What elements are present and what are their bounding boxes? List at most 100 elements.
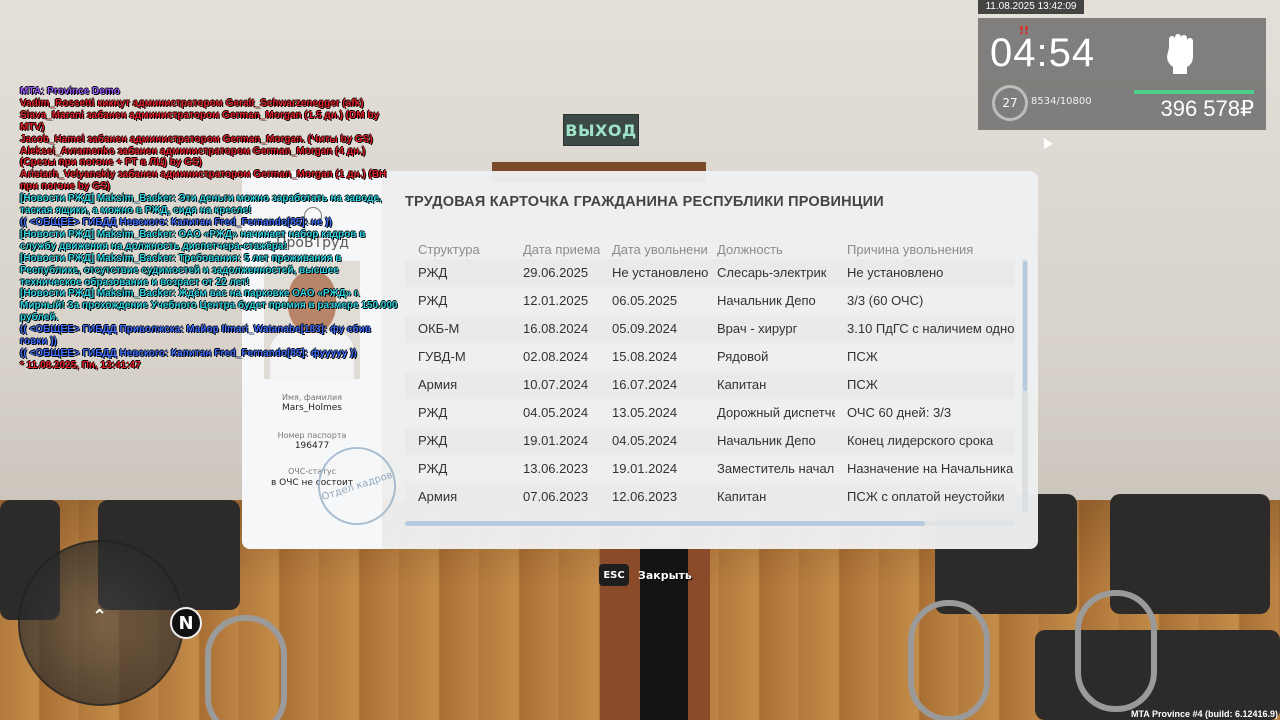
fist-icon xyxy=(1167,34,1193,74)
close-button-label[interactable]: Закрыть xyxy=(638,569,692,582)
chat-message: MTA: Province Demo xyxy=(20,86,120,97)
table-row: РЖД 04.05.2024 13.05.2024 Дорожный диспетче… xyxy=(405,399,1015,427)
chat-message: Aristarh_Velyanskiy забанен администрато… xyxy=(20,169,387,193)
chat-message: (( <ОБЩЕЕ> ГИБДД Невского: Капитан Fred_… xyxy=(20,216,332,228)
table-cell: РЖД xyxy=(418,461,448,476)
table-cell: ПСЖ xyxy=(847,377,878,392)
exit-sign: ВЫХОД xyxy=(563,114,639,146)
chat-message: (( <ОБЩЕЕ> ГИБДД Невского: Капитан Fred_… xyxy=(20,347,357,359)
table-row: ГУВД-М 02.08.2024 15.08.2024 Рядовой ПСЖ xyxy=(405,343,1015,371)
chat-message: Jacob_Hamel забанен администратором Germ… xyxy=(20,133,373,145)
chat-message: Aleksei_Avramenko забанен администраторо… xyxy=(20,145,366,169)
table-cell: 19.01.2024 xyxy=(612,461,678,476)
vertical-scroll-thumb[interactable] xyxy=(1023,261,1027,391)
table-cell: ГУВД-М xyxy=(418,349,466,364)
table-cell: РЖД xyxy=(418,265,448,280)
table-cell: ПСЖ с оплатой неустойки xyxy=(847,489,1005,504)
table-cell: 04.05.2024 xyxy=(523,405,589,420)
table-cell: Не установлено xyxy=(847,265,944,280)
chat-message: Slava_Marani забанен администратором Ger… xyxy=(20,109,380,133)
name-value: Mars_Holmes xyxy=(282,403,342,413)
column-header: Должность xyxy=(717,242,783,257)
table-cell: Начальник Депо xyxy=(717,433,816,448)
table-cell: Армия xyxy=(418,489,458,504)
money-bar xyxy=(1134,90,1254,94)
table-cell: РЖД xyxy=(418,293,448,308)
horizontal-scroll-thumb[interactable] xyxy=(405,521,925,526)
table-cell: Начальник Депо xyxy=(717,293,816,308)
table-cell: 12.01.2025 xyxy=(523,293,589,308)
table-row: Армия 10.07.2024 16.07.2024 Капитан ПСЖ xyxy=(405,371,1015,399)
table-cell: 3/3 (60 ОЧС) xyxy=(847,293,924,308)
money-balance: 396 578₽ xyxy=(1160,96,1254,121)
table-row: ОКБ-М 16.08.2024 05.09.2024 Врач - хирург 3.… xyxy=(405,315,1015,343)
name-label: Имя, фамилия xyxy=(281,393,343,402)
table-cell: РЖД xyxy=(418,433,448,448)
experience-counter: 8534/10800 xyxy=(1031,96,1092,107)
north-icon: N xyxy=(170,607,202,639)
game-clock: 04:54 xyxy=(990,31,1096,75)
table-row: Армия 07.06.2023 12.06.2023 Капитан ПСЖ с оп… xyxy=(405,483,1015,511)
table-cell: 13.06.2023 xyxy=(523,461,589,476)
chair-frame xyxy=(1075,590,1157,712)
chat-message: [Новости РЖД] Maksim_Backer: Требования:… xyxy=(20,252,342,288)
chat-message: * 11.08.2025, Пн, 13:41:47 xyxy=(20,359,141,371)
exit-sign-text: ВЫХОД xyxy=(565,120,637,140)
chat-message: [Новости РЖД] Maksim_Backer: Ждём вас на… xyxy=(20,288,398,324)
table-cell: Назначение на Начальника Д xyxy=(847,461,1015,476)
table-cell: 12.06.2023 xyxy=(612,489,678,504)
table-cell: 06.05.2025 xyxy=(612,293,678,308)
table-cell: 13.05.2024 xyxy=(612,405,678,420)
chair-frame xyxy=(908,600,990,720)
passport-label: Номер паспорта xyxy=(277,431,347,440)
table-cell: 07.06.2023 xyxy=(523,489,589,504)
table-cell: 19.01.2024 xyxy=(523,433,589,448)
table-cell: 16.08.2024 xyxy=(523,321,589,336)
table-cell: 10.07.2024 xyxy=(523,377,589,392)
server-datetime: 11.08.2025 13:42:09 xyxy=(978,0,1084,14)
chair xyxy=(1035,630,1280,720)
build-info: MTA Province #4 (build: 6.12416.9) xyxy=(1130,709,1278,719)
table-cell: 3.10 ПдГС с наличием одного xyxy=(847,321,1015,336)
table-cell: 29.06.2025 xyxy=(523,265,589,280)
esc-key-button[interactable]: ESC xyxy=(599,564,629,586)
table-cell: 04.05.2024 xyxy=(612,433,678,448)
chat-log: MTA: Province Demo Vadim_Rossetti кикнут … xyxy=(20,86,400,372)
table-cell: Капитан xyxy=(717,489,767,504)
table-cell: РЖД xyxy=(418,405,448,420)
table-cell: Не установлено xyxy=(612,265,709,280)
table-cell: 02.08.2024 xyxy=(523,349,589,364)
table-cell: Врач - хирург xyxy=(717,321,798,336)
table-cell: Дорожный диспетче xyxy=(717,405,835,420)
column-header: Дата увольнени xyxy=(612,242,708,257)
table-cell: Рядовой xyxy=(717,349,769,364)
table-cell: Конец лидерского срока xyxy=(847,433,994,448)
table-cell: Капитан xyxy=(717,377,767,392)
column-header: Причина увольнения xyxy=(847,242,974,257)
chat-message: Vadim_Rossetti кикнут администратором Ge… xyxy=(20,97,364,109)
table-header: Структура Дата приема Дата увольнени Дол… xyxy=(405,241,1015,259)
chat-message: (( <ОБЩЕЕ> ГИБДД Приволжска: Майор Ilmar… xyxy=(20,324,371,348)
table-cell: Армия xyxy=(418,377,458,392)
table-row: РЖД 12.01.2025 06.05.2025 Начальник Депо 3/3… xyxy=(405,287,1015,315)
table-cell: 05.09.2024 xyxy=(612,321,678,336)
card-title: ТРУДОВАЯ КАРТОЧКА ГРАЖДАНИНА РЕСПУБЛИКИ … xyxy=(405,194,884,210)
employment-table: Структура Дата приема Дата увольнени Дол… xyxy=(405,241,1015,517)
table-cell: ОЧС 60 дней: 3/3 xyxy=(847,405,952,420)
table-row: РЖД 29.06.2025 Не установлено Слесарь-элект… xyxy=(405,259,1015,287)
table-row: РЖД 19.01.2024 04.05.2024 Начальник Депо Кон… xyxy=(405,427,1015,455)
table-cell: Заместитель начальн xyxy=(717,461,835,476)
column-header: Дата приема xyxy=(523,242,601,257)
table-cell: Слесарь-электрик xyxy=(717,265,827,280)
table-cell: 15.08.2024 xyxy=(612,349,678,364)
table-cell: 16.07.2024 xyxy=(612,377,678,392)
table-cell: ПСЖ xyxy=(847,349,878,364)
chat-message: [Новости РЖД] Maksim_Backer: ОАО «РЖД» н… xyxy=(20,228,366,252)
chair-frame xyxy=(205,615,287,720)
table-row: РЖД 13.06.2023 19.01.2024 Заместитель начал… xyxy=(405,455,1015,483)
column-header: Структура xyxy=(418,242,480,257)
table-cell: ОКБ-М xyxy=(418,321,460,336)
level-indicator: 27 xyxy=(992,85,1028,121)
player-arrow-icon: ⌃ xyxy=(92,606,108,627)
chat-message: [Новости РЖД] Maksim_Backer: Эти деньги … xyxy=(20,193,382,217)
